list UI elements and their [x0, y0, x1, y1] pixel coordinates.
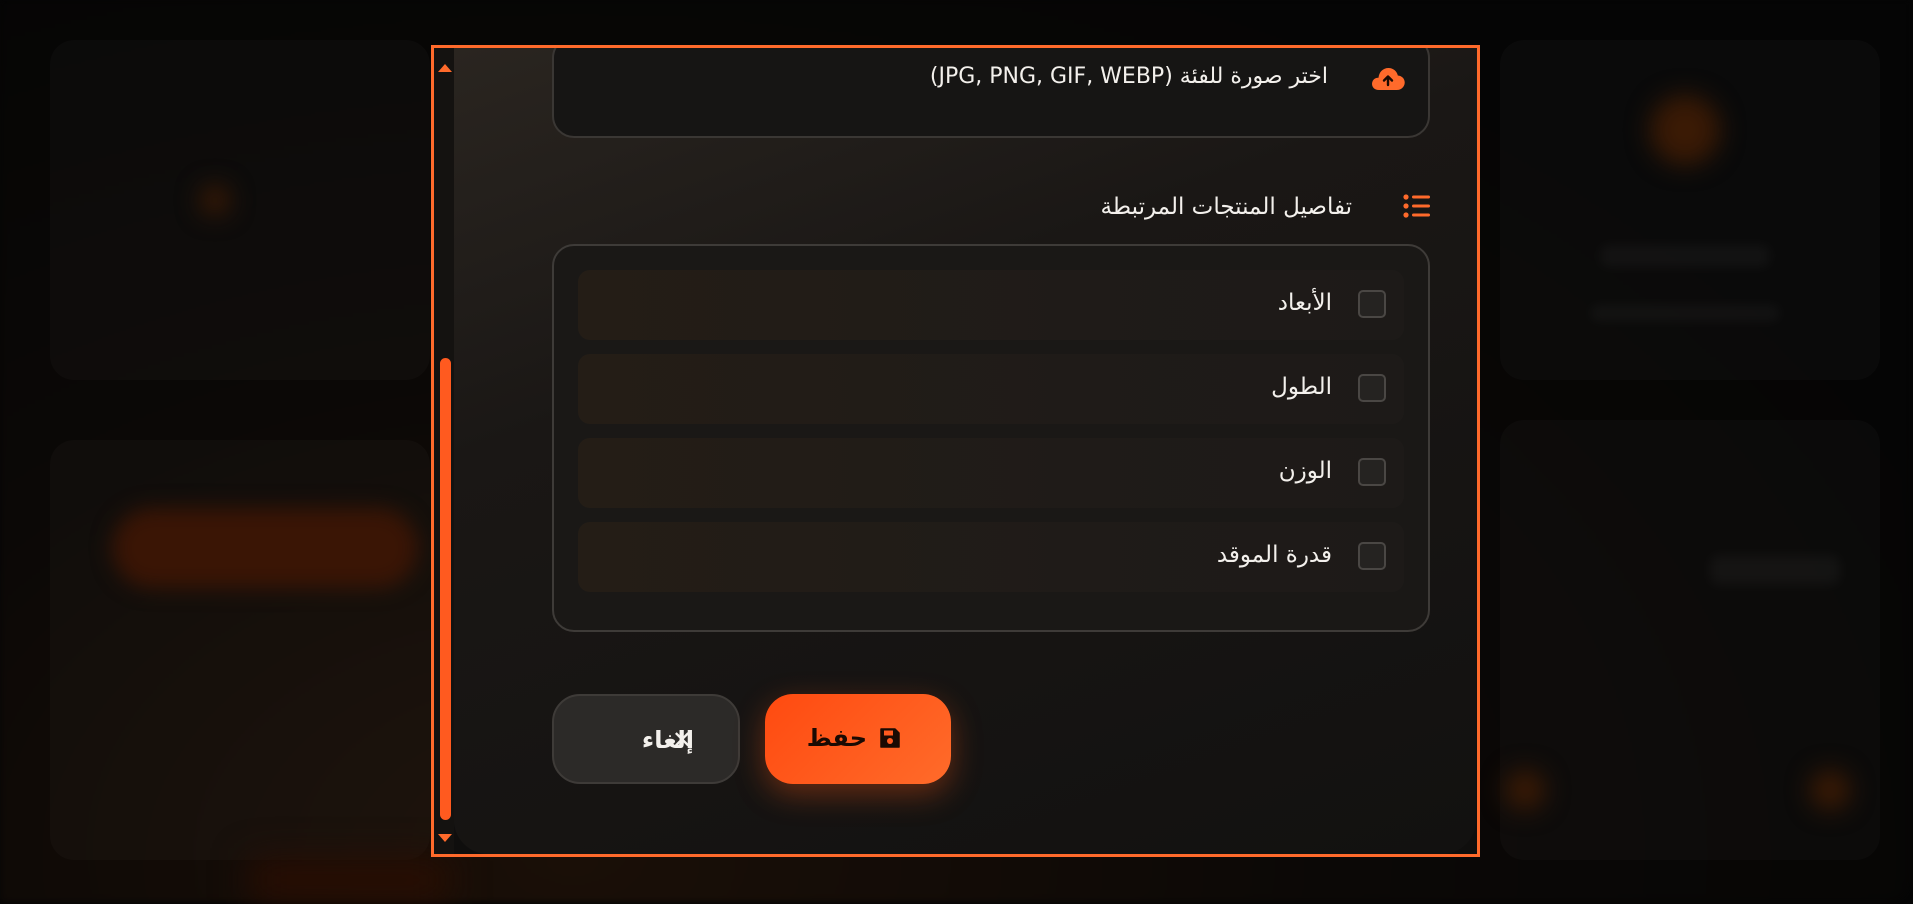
background-glow	[250, 860, 450, 900]
option-label: الوزن	[1278, 458, 1332, 484]
scroll-up-arrow-icon[interactable]	[438, 64, 452, 72]
save-icon	[880, 728, 900, 748]
list-icon	[1403, 194, 1430, 218]
cancel-button[interactable]: ✕ إلغاء	[552, 694, 740, 784]
checkbox[interactable]	[1358, 374, 1386, 402]
option-row-dimensions[interactable]: الأبعاد	[578, 270, 1404, 340]
upload-label: اختر صورة للفئة (JPG, PNG, GIF, WEBP)	[929, 64, 1328, 89]
option-row-burner-power[interactable]: قدرة الموقد	[578, 522, 1404, 592]
background-glow	[200, 185, 230, 215]
scroll-down-arrow-icon[interactable]	[438, 834, 452, 842]
checkbox[interactable]	[1358, 542, 1386, 570]
modal-body: اختر صورة للفئة (JPG, PNG, GIF, WEBP) تف…	[454, 48, 1476, 854]
cloud-upload-icon	[1372, 68, 1405, 90]
background-glow	[112, 508, 418, 588]
checkbox[interactable]	[1358, 458, 1386, 486]
background-blob	[1590, 305, 1780, 321]
screen: اختر صورة للفئة (JPG, PNG, GIF, WEBP) تف…	[0, 0, 1913, 904]
background-card	[1500, 40, 1880, 380]
category-modal: اختر صورة للفئة (JPG, PNG, GIF, WEBP) تف…	[431, 45, 1480, 857]
scrollbar-thumb[interactable]	[440, 358, 451, 820]
background-glow	[1810, 770, 1850, 810]
background-glow	[1650, 95, 1720, 165]
background-blob	[1600, 245, 1770, 267]
cancel-button-label: إلغاء	[641, 726, 694, 754]
option-label: الأبعاد	[1277, 290, 1332, 316]
related-products-options: الأبعاد الطول الوزن قدرة الموقد	[552, 244, 1430, 632]
scrollbar[interactable]	[434, 48, 454, 854]
background-glow	[1505, 770, 1545, 810]
save-button[interactable]: حفظ	[765, 694, 951, 784]
background-blob	[1710, 555, 1840, 585]
option-label: قدرة الموقد	[1216, 542, 1332, 568]
option-row-length[interactable]: الطول	[578, 354, 1404, 424]
image-upload-field[interactable]: اختر صورة للفئة (JPG, PNG, GIF, WEBP)	[552, 48, 1430, 138]
option-label: الطول	[1271, 374, 1332, 400]
save-button-label: حفظ	[806, 724, 867, 752]
option-row-weight[interactable]: الوزن	[578, 438, 1404, 508]
background-card	[50, 40, 430, 380]
background-card	[50, 440, 430, 860]
related-products-title: تفاصيل المنتجات المرتبطة	[1100, 194, 1352, 220]
checkbox[interactable]	[1358, 290, 1386, 318]
